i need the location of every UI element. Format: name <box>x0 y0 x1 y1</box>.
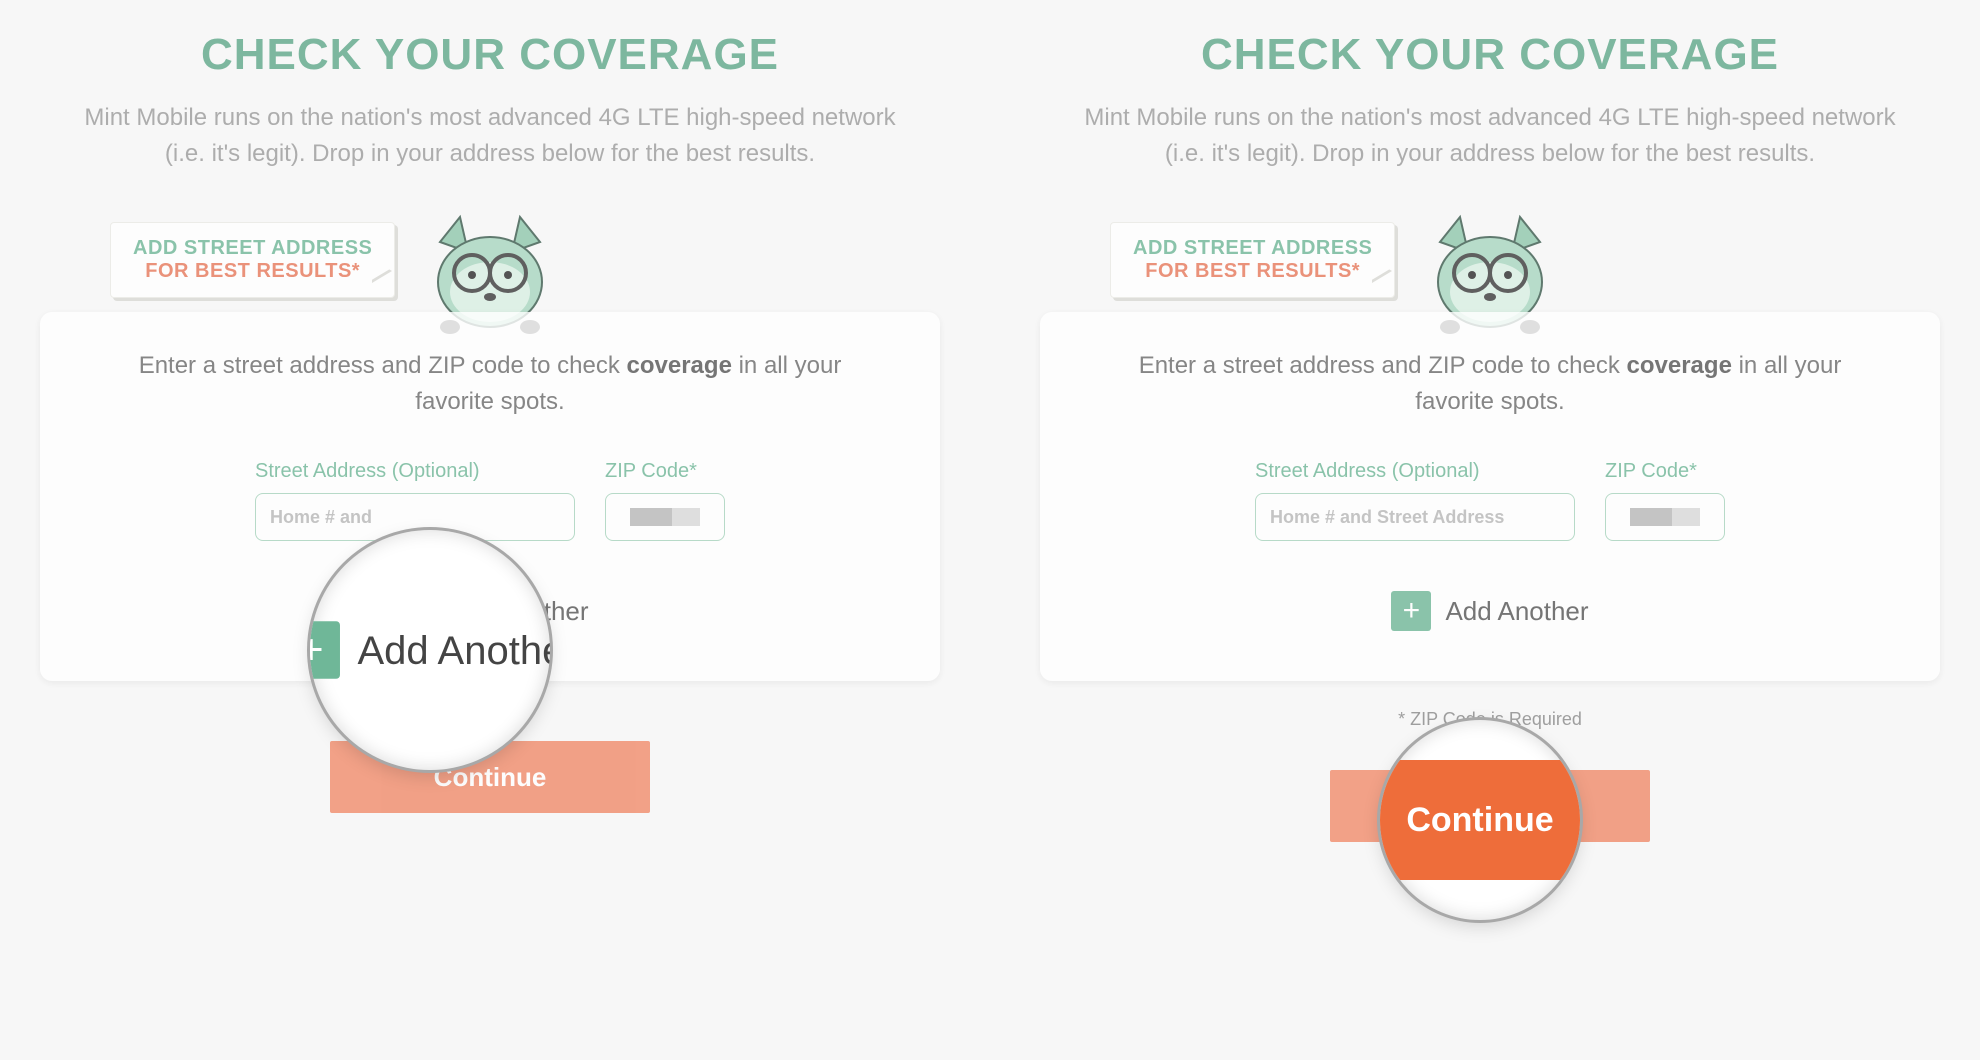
zip-redacted-icon <box>630 508 700 526</box>
zip-label: ZIP Code* <box>1605 460 1725 483</box>
bubble-line-2: FOR BEST RESULTS* <box>1133 260 1372 283</box>
instr-bold: coverage <box>1627 352 1732 379</box>
zip-input[interactable] <box>1605 493 1725 541</box>
coverage-panel-left: CHECK YOUR COVERAGE Mint Mobile runs on … <box>40 20 940 842</box>
card-instruction: Enter a street address and ZIP code to c… <box>1100 348 1880 420</box>
instr-bold: coverage <box>627 352 732 379</box>
street-field: Street Address (Optional) <box>1255 460 1575 541</box>
instr-prefix: Enter a street address and ZIP code to c… <box>1139 352 1627 379</box>
fields-row: Street Address (Optional) ZIP Code* <box>100 460 880 541</box>
page-title: CHECK YOUR COVERAGE <box>1040 30 1940 80</box>
page-subtitle: Mint Mobile runs on the nation's most ad… <box>80 100 900 172</box>
continue-button-magnified[interactable]: Continue <box>1380 760 1580 880</box>
zip-redacted-icon <box>1630 508 1700 526</box>
add-another-button-magnified[interactable]: + Add Another <box>310 621 550 679</box>
street-input[interactable] <box>1255 493 1575 541</box>
magnifier-lens: Continue <box>1380 720 1580 920</box>
speech-tail-icon <box>370 257 390 281</box>
plus-icon: + <box>1391 591 1431 631</box>
speech-tail-icon <box>1370 257 1390 281</box>
zip-field: ZIP Code* <box>1605 460 1725 541</box>
speech-bubble: ADD STREET ADDRESS FOR BEST RESULTS* <box>1110 222 1395 298</box>
street-label: Street Address (Optional) <box>255 460 575 483</box>
zip-field: ZIP Code* <box>605 460 725 541</box>
bubble-line-1: ADD STREET ADDRESS <box>133 237 372 260</box>
bubble-line-1: ADD STREET ADDRESS <box>1133 237 1372 260</box>
street-label: Street Address (Optional) <box>1255 460 1575 483</box>
add-another-label: Add Another <box>357 627 550 673</box>
speech-bubble: ADD STREET ADDRESS FOR BEST RESULTS* <box>110 222 395 298</box>
fields-row: Street Address (Optional) ZIP Code* <box>1100 460 1880 541</box>
zip-input[interactable] <box>605 493 725 541</box>
coverage-card: Enter a street address and ZIP code to c… <box>1040 312 1940 681</box>
add-another-button[interactable]: + Add Another <box>1100 591 1880 631</box>
street-field: Street Address (Optional) <box>255 460 575 541</box>
bubble-line-2: FOR BEST RESULTS* <box>133 260 372 283</box>
add-another-label: Add Another <box>1445 596 1588 627</box>
coverage-panel-right: CHECK YOUR COVERAGE Mint Mobile runs on … <box>1040 20 1940 842</box>
instr-prefix: Enter a street address and ZIP code to c… <box>139 352 627 379</box>
plus-icon: + <box>310 621 340 679</box>
page-title: CHECK YOUR COVERAGE <box>40 30 940 80</box>
magnifier-lens: + Add Another <box>310 530 550 770</box>
zip-label: ZIP Code* <box>605 460 725 483</box>
page-subtitle: Mint Mobile runs on the nation's most ad… <box>1080 100 1900 172</box>
mascot-area: ADD STREET ADDRESS FOR BEST RESULTS* <box>40 212 940 322</box>
card-instruction: Enter a street address and ZIP code to c… <box>100 348 880 420</box>
mascot-area: ADD STREET ADDRESS FOR BEST RESULTS* <box>1040 212 1940 322</box>
